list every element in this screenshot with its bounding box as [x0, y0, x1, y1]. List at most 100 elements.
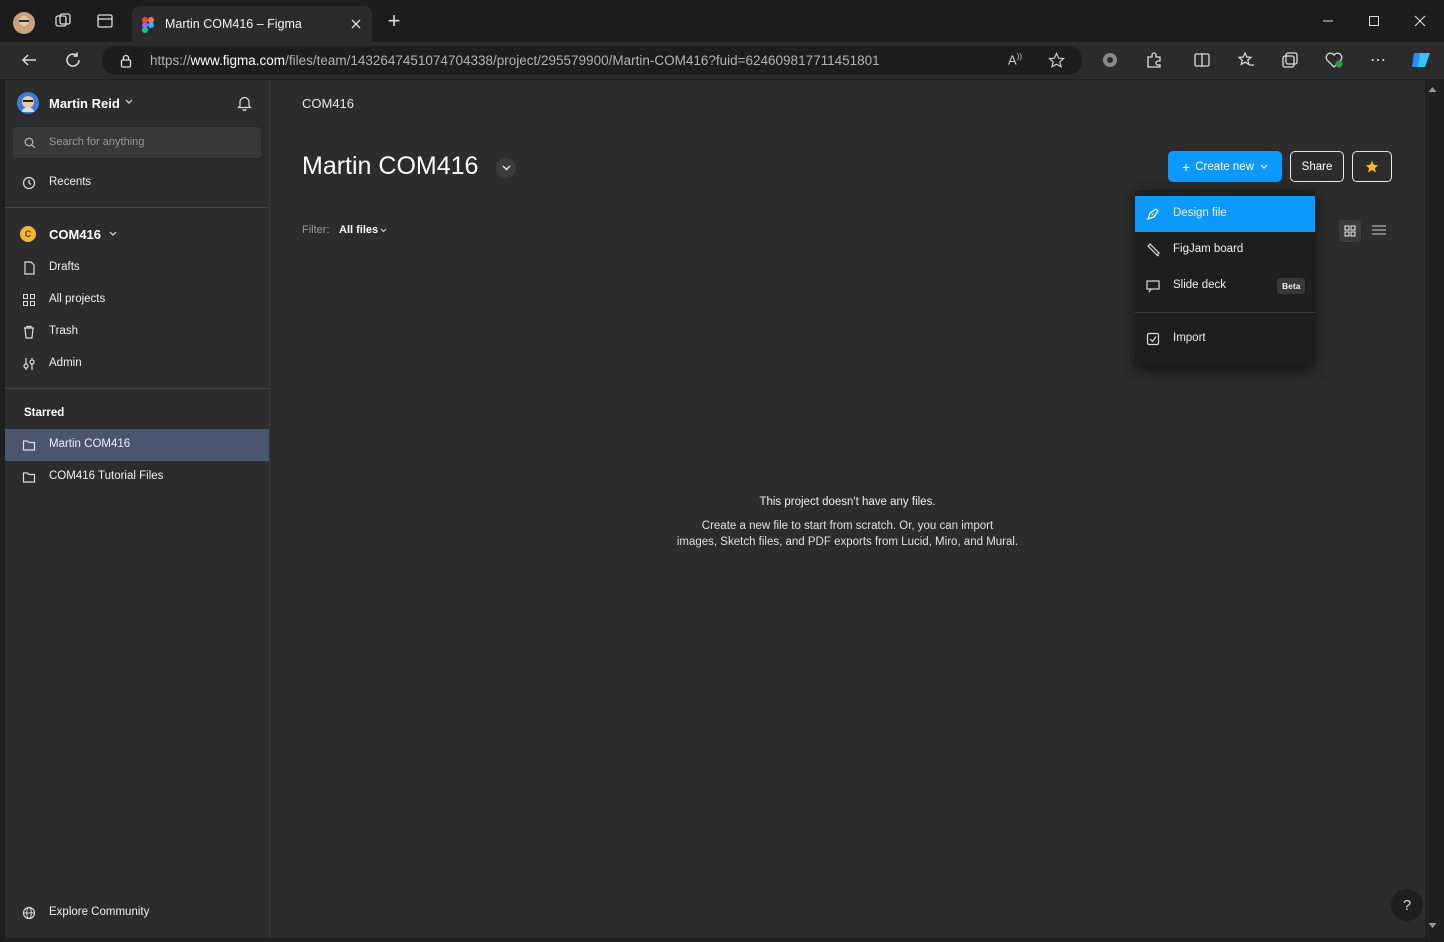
- figjam-icon: [1146, 243, 1160, 257]
- favorite-star-icon[interactable]: [1048, 52, 1065, 69]
- refresh-icon[interactable]: [63, 50, 83, 70]
- close-window-icon[interactable]: [1410, 11, 1430, 31]
- url-field[interactable]: https://www.figma.com/files/team/1432647…: [102, 46, 1082, 75]
- page-title: Martin COM416: [302, 152, 479, 180]
- grid-view-icon[interactable]: [1339, 220, 1361, 242]
- sidebar-item-com416-tutorial-files[interactable]: COM416 Tutorial Files: [5, 461, 269, 493]
- sidebar-item-label: Admin: [49, 357, 82, 369]
- slide-deck-icon: [1146, 279, 1160, 293]
- copilot-icon[interactable]: [1410, 50, 1430, 70]
- team-badge: C: [20, 226, 36, 242]
- create-new-button[interactable]: + Create new: [1168, 151, 1282, 182]
- figma-logo-icon: [142, 17, 154, 33]
- notification-bell-icon[interactable]: [237, 95, 252, 111]
- empty-state-line-1: Create a new file to start from scratch.…: [701, 520, 994, 532]
- menu-item-label: Import: [1173, 332, 1206, 344]
- tab-title: Martin COM416 – Figma: [165, 17, 302, 31]
- sidebar-item-drafts[interactable]: Drafts: [5, 252, 269, 284]
- user-avatar[interactable]: [17, 92, 39, 114]
- globe-icon: [22, 906, 36, 920]
- lock-icon: [120, 54, 132, 68]
- menu-item-slide-deck[interactable]: Slide deck Beta: [1135, 268, 1315, 304]
- more-options-icon[interactable]: ⋯: [1368, 50, 1388, 70]
- sidebar-item-all-projects[interactable]: All projects: [5, 284, 269, 316]
- sidebar-item-explore-community[interactable]: Explore Community: [5, 897, 269, 929]
- chevron-down-icon[interactable]: [125, 99, 133, 105]
- trash-icon: [22, 325, 36, 339]
- search-input[interactable]: Search for anything: [13, 127, 261, 158]
- favorites-icon[interactable]: [1236, 50, 1256, 70]
- starred-heading: Starred: [24, 407, 65, 419]
- sidebar-item-martin-com416[interactable]: Martin COM416: [5, 429, 269, 461]
- filter-chevron-down-icon[interactable]: [380, 228, 387, 233]
- team-chevron-down-icon[interactable]: [109, 231, 117, 237]
- sidebar-item-label: Trash: [49, 325, 78, 337]
- breadcrumb[interactable]: COM416: [302, 96, 354, 111]
- sidebar-item-label: Drafts: [49, 261, 80, 273]
- split-screen-icon[interactable]: [1192, 50, 1212, 70]
- menu-item-label: FigJam board: [1173, 243, 1244, 255]
- beta-badge: Beta: [1277, 278, 1306, 294]
- file-icon: [22, 261, 36, 275]
- menu-item-figjam-board[interactable]: FigJam board: [1135, 232, 1315, 268]
- tab-actions-icon[interactable]: [95, 11, 115, 31]
- title-chevron-down-icon[interactable]: [496, 158, 516, 178]
- sidebar: Martin Reid Search for anything Recents …: [5, 80, 270, 938]
- empty-state-title: This project doesn't have any files.: [759, 496, 936, 508]
- help-button[interactable]: ?: [1391, 889, 1423, 921]
- sidebar-item-label: All projects: [49, 293, 106, 305]
- sidebar-item-trash[interactable]: Trash: [5, 316, 269, 348]
- menu-item-design-file[interactable]: Design file: [1135, 196, 1315, 232]
- sidebar-item-label: Martin COM416: [49, 438, 131, 450]
- sidebar-item-label: Recents: [49, 176, 92, 188]
- browser-tab-bar: Martin COM416 – Figma +: [0, 0, 1444, 42]
- new-tab-button[interactable]: +: [384, 8, 404, 33]
- create-new-label: Create new: [1195, 160, 1254, 173]
- close-tab-icon[interactable]: [350, 18, 362, 30]
- divider: [5, 207, 269, 208]
- scrollbar[interactable]: [1425, 80, 1440, 938]
- favorite-button[interactable]: [1352, 151, 1392, 182]
- menu-item-label: Slide deck: [1173, 279, 1227, 291]
- scroll-up-icon[interactable]: [1428, 86, 1437, 93]
- scroll-down-icon[interactable]: [1428, 922, 1437, 929]
- sidebar-item-label: Explore Community: [49, 906, 150, 918]
- divider: [5, 388, 269, 389]
- extensions-puzzle-icon[interactable]: [1144, 50, 1164, 70]
- menu-divider: [1135, 312, 1315, 313]
- read-aloud-icon[interactable]: A)): [1008, 52, 1022, 67]
- plus-icon: +: [1182, 158, 1191, 175]
- browser-essentials-icon[interactable]: [1324, 50, 1344, 70]
- import-icon: [1146, 332, 1160, 346]
- grid-icon: [22, 293, 36, 307]
- profile-avatar-icon[interactable]: [12, 11, 36, 35]
- clock-icon: [22, 176, 36, 190]
- sidebar-item-recents[interactable]: Recents: [5, 167, 269, 199]
- admin-icon: [22, 357, 36, 371]
- create-new-menu: Design file FigJam board Slide deck Beta…: [1135, 190, 1315, 366]
- extension-icon[interactable]: [1100, 50, 1120, 70]
- search-placeholder: Search for anything: [49, 136, 145, 148]
- url-text: https://www.figma.com/files/team/1432647…: [150, 53, 880, 68]
- collections-icon[interactable]: [1280, 50, 1300, 70]
- user-name[interactable]: Martin Reid: [49, 96, 120, 111]
- team-name[interactable]: COM416: [49, 227, 101, 242]
- empty-state-line-2: images, Sketch files, and PDF exports fr…: [676, 536, 1019, 548]
- chevron-down-icon: [1260, 164, 1268, 169]
- browser-address-bar: https://www.figma.com/files/team/1432647…: [0, 42, 1444, 79]
- sidebar-item-admin[interactable]: Admin: [5, 348, 269, 380]
- folder-icon: [22, 470, 36, 484]
- menu-item-import[interactable]: Import: [1135, 321, 1315, 357]
- share-button[interactable]: Share: [1290, 151, 1344, 182]
- back-icon[interactable]: [19, 50, 39, 70]
- search-icon: [24, 137, 36, 149]
- filter-dropdown[interactable]: All files: [339, 224, 378, 236]
- minimize-icon[interactable]: [1318, 11, 1338, 31]
- design-file-icon: [1146, 207, 1160, 221]
- tab-figma[interactable]: Martin COM416 – Figma: [132, 6, 372, 42]
- list-view-icon[interactable]: [1372, 224, 1386, 236]
- filter-label: Filter:: [302, 224, 330, 236]
- star-icon: [1365, 160, 1379, 172]
- maximize-icon[interactable]: [1364, 11, 1384, 31]
- workspaces-icon[interactable]: [53, 11, 73, 31]
